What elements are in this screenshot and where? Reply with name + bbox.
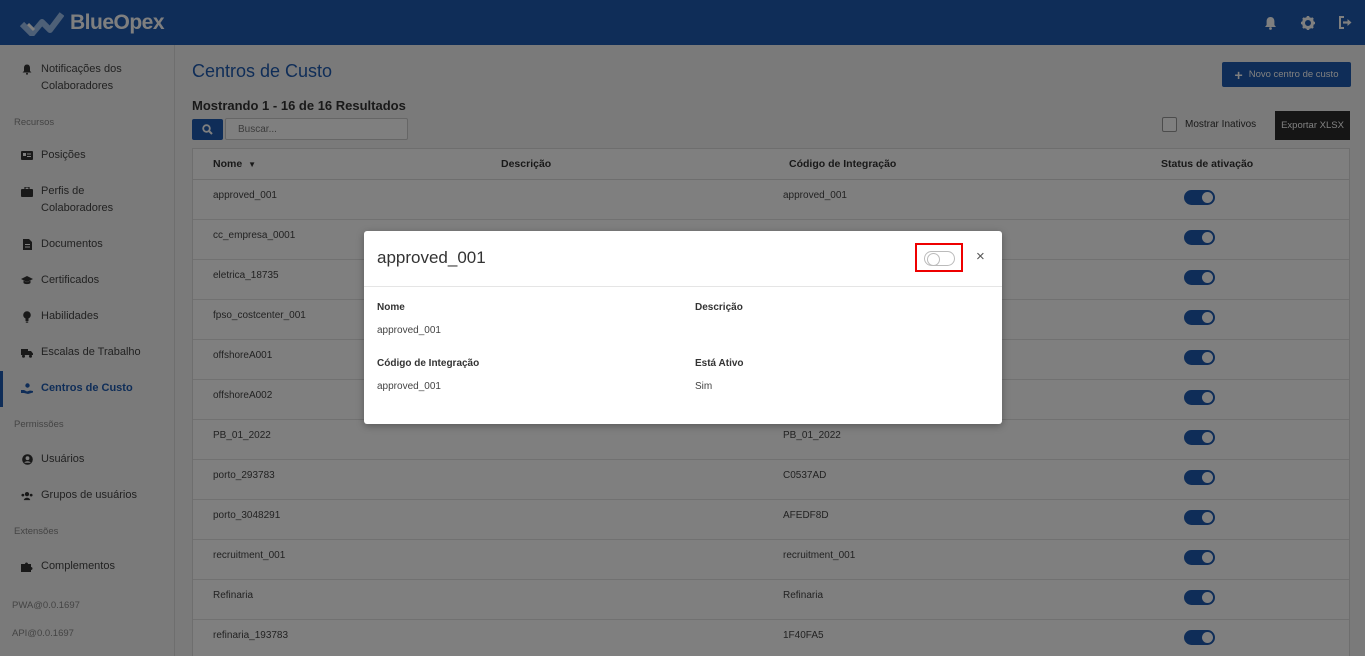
code-label: Código de Integração [377, 358, 480, 369]
active-toggle[interactable] [924, 251, 955, 266]
modal-title: approved_001 [377, 248, 486, 267]
highlight-box [915, 243, 963, 272]
name-value: approved_001 [377, 325, 441, 336]
code-value: approved_001 [377, 381, 441, 392]
description-label: Descrição [695, 302, 743, 313]
active-value: Sim [695, 381, 713, 392]
close-icon[interactable]: × [976, 248, 985, 265]
name-label: Nome [377, 302, 405, 313]
cost-center-detail-modal: approved_001 × Nome approved_001 Descriç… [364, 231, 1002, 424]
active-label: Está Ativo [695, 358, 744, 369]
modal-divider [364, 286, 1002, 287]
